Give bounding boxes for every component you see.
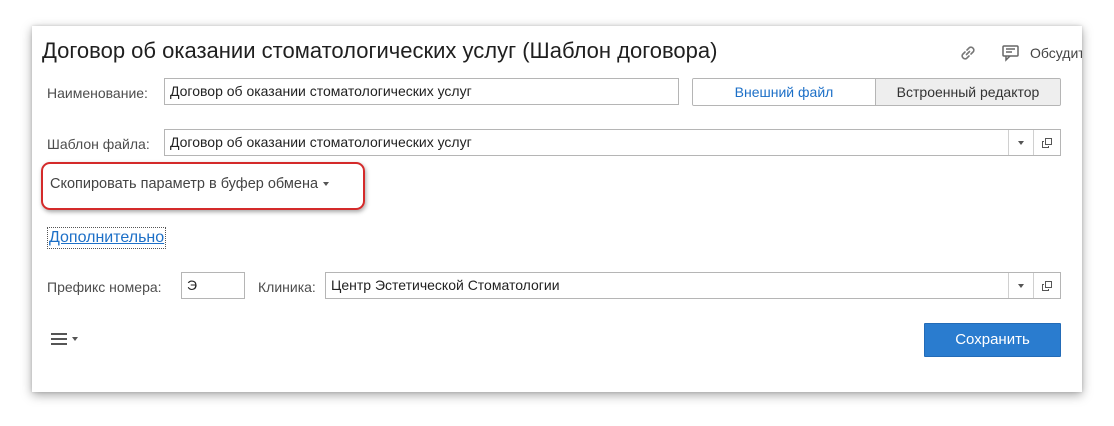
clinic-open-button[interactable] — [1033, 273, 1060, 298]
chevron-down-icon — [323, 182, 330, 186]
clinic-dropdown-button[interactable] — [1008, 273, 1033, 298]
template-dropdown-button[interactable] — [1008, 130, 1033, 155]
chevron-down-icon — [72, 337, 78, 341]
page-title: Договор об оказании стоматологических ус… — [42, 38, 718, 63]
discuss-label: Обсудить — [1030, 45, 1082, 61]
prefix-field[interactable]: Э — [181, 272, 245, 299]
clinic-label: Клиника: — [258, 279, 316, 295]
name-label: Наименование: — [47, 85, 148, 101]
external-file-button[interactable]: Внешний файл — [693, 79, 876, 105]
link-icon[interactable] — [957, 42, 979, 64]
form-window: Договор об оказании стоматологических ус… — [32, 26, 1082, 392]
hamburger-menu-icon — [51, 333, 67, 345]
discuss-button[interactable]: Обсудить — [1000, 41, 1082, 65]
name-field[interactable]: Договор об оказании стоматологических ус… — [164, 78, 679, 105]
template-label: Шаблон файла: — [47, 136, 150, 152]
more-actions-button[interactable] — [50, 331, 78, 347]
prefix-label: Префикс номера: — [47, 279, 162, 295]
open-window-icon — [1042, 137, 1052, 148]
more-link[interactable]: Дополнительно — [47, 227, 167, 249]
editor-mode-switch: Внешний файл Встроенный редактор — [692, 78, 1061, 106]
open-window-icon — [1042, 280, 1052, 291]
template-field[interactable]: Договор об оказании стоматологических ус… — [164, 129, 1061, 156]
clinic-value[interactable]: Центр Эстетической Стоматологии — [326, 273, 1008, 298]
template-value[interactable]: Договор об оказании стоматологических ус… — [165, 130, 1008, 155]
save-button[interactable]: Сохранить — [924, 323, 1061, 357]
copy-param-label: Скопировать параметр в буфер обмена — [50, 176, 319, 192]
copy-param-button[interactable]: Скопировать параметр в буфер обмена — [50, 176, 330, 192]
chat-bubble-icon — [1002, 45, 1019, 62]
template-open-button[interactable] — [1033, 130, 1060, 155]
clinic-field[interactable]: Центр Эстетической Стоматологии — [325, 272, 1061, 299]
builtin-editor-button[interactable]: Встроенный редактор — [876, 79, 1060, 105]
